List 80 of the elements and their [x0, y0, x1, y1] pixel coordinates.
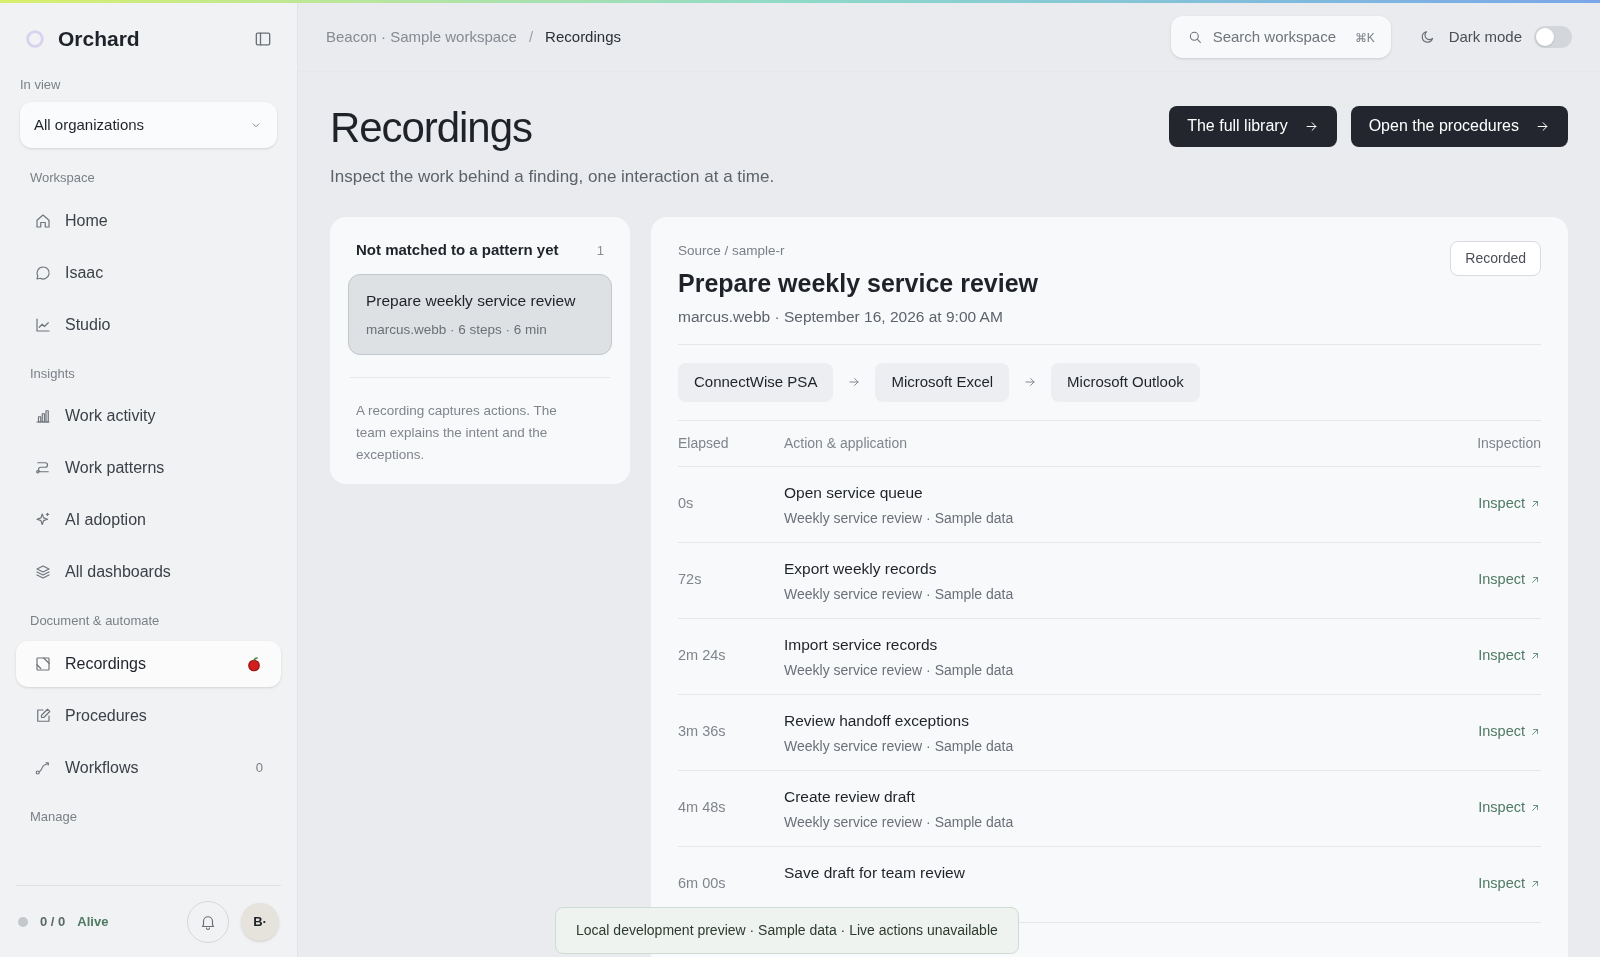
brand-name: Orchard — [58, 26, 140, 52]
status-toast: Local development preview · Sample data · Live actions unavailable — [555, 907, 1019, 954]
recording-title: Prepare weekly service review — [678, 268, 1038, 300]
inspect-link[interactable]: Inspect — [1478, 721, 1541, 743]
layers-icon — [34, 563, 52, 581]
column-header: Elapsed — [678, 433, 730, 453]
action-context: Weekly service review · Sample data — [784, 660, 1015, 680]
edit-icon — [34, 706, 52, 725]
section-label: Document & automate — [29, 612, 161, 630]
inspect-link[interactable]: Inspect — [1478, 493, 1541, 515]
dark-mode-toggle[interactable] — [1534, 25, 1572, 48]
breadcrumb-current: Recordings — [545, 26, 621, 47]
list-title: Not matched to a pattern yet — [356, 240, 559, 260]
bar-chart-icon — [34, 407, 52, 425]
column-header: Action & application — [784, 433, 908, 453]
action-context: Weekly service review · Sample data — [784, 584, 1015, 604]
sidebar-item[interactable]: Work activity — [16, 393, 281, 439]
scope-label: In view — [19, 75, 62, 94]
elapsed-time: 72s — [678, 570, 703, 590]
sidebar-item[interactable]: AI adoption — [16, 497, 281, 543]
arrow-up-right-icon — [1529, 498, 1541, 510]
inspect-link[interactable]: Inspect — [1478, 569, 1541, 591]
action-context: Weekly service review · Sample data — [784, 736, 1015, 756]
app-chip: Microsoft Excel — [875, 363, 1010, 402]
elapsed-time: 4m 48s — [678, 798, 727, 818]
sidebar-item[interactable]: Isaac — [16, 249, 281, 296]
action-title: Review handoff exceptions — [784, 710, 970, 731]
shortcut-hint: ⌘K — [1354, 29, 1375, 47]
sidebar-item[interactable]: Recordings — [16, 640, 281, 687]
action-title: Save draft for team review — [784, 862, 966, 883]
page-title: Recordings — [330, 102, 533, 153]
inspect-link[interactable]: Inspect — [1478, 797, 1541, 819]
elapsed-time: 6m 00s — [678, 874, 727, 894]
recording-meta: marcus.webb · September 16, 2026 at 9:00 AM — [678, 306, 1004, 327]
action-title: Open service queue — [784, 482, 924, 503]
action-title: Import service records — [784, 634, 939, 655]
column-header: Inspection — [1477, 433, 1541, 453]
avatar-button[interactable]: B· — [241, 902, 279, 941]
help-text: A recording captures actions. The team explains the intent and the exceptions. — [355, 402, 558, 464]
sidebar-item[interactable]: Studio — [16, 301, 281, 348]
screen-frame-icon — [34, 654, 52, 673]
elapsed-time: 3m 36s — [678, 722, 727, 742]
elapsed-time: 2m 24s — [678, 646, 727, 666]
inspect-link[interactable]: Inspect — [1478, 645, 1541, 667]
item-count: 0 — [255, 758, 263, 777]
arrow-up-right-icon — [1529, 650, 1541, 662]
action-button[interactable]: The full library — [1169, 105, 1337, 147]
section-label: Manage — [29, 807, 78, 826]
recording-item[interactable]: Prepare weekly service review marcus.webb · 6 steps · 6 min — [348, 273, 612, 355]
action-title: Create review draft — [784, 786, 916, 807]
arrow-up-right-icon — [1529, 802, 1541, 814]
status-text: Alive — [77, 912, 110, 931]
list-count: 1 — [596, 241, 604, 260]
app-chip: ConnectWise PSA — [678, 363, 834, 402]
source-path: Source / sample-r — [678, 242, 786, 260]
app-chip: Microsoft Outlook — [1051, 363, 1200, 402]
arrow-up-right-icon — [1529, 726, 1541, 738]
action-context: Weekly service review · Sample data — [784, 812, 1015, 832]
action-button[interactable]: Open the procedures — [1350, 105, 1568, 147]
chat-bubble-icon — [34, 263, 52, 282]
page-subtitle: Inspect the work behind a finding, one interaction at a time. — [330, 165, 775, 188]
sidebar-item[interactable]: Workflows 0 — [16, 744, 281, 791]
logo-ring-icon — [24, 27, 46, 50]
sidebar-item[interactable]: Work patterns — [16, 445, 281, 491]
elapsed-time: 0s — [678, 494, 695, 514]
sidebar-item[interactable]: Procedures — [16, 692, 281, 739]
section-label: Workspace — [29, 169, 96, 187]
organization-dropdown[interactable]: All organizations — [20, 102, 277, 148]
session-count: 0 / 0 — [40, 912, 66, 931]
arrow-up-right-icon — [1529, 574, 1541, 586]
arrow-up-right-icon — [1529, 878, 1541, 890]
section-label: Insights — [29, 364, 76, 383]
status-badge: Recorded — [1450, 241, 1541, 276]
sidebar-item[interactable]: Home — [16, 197, 281, 244]
inspect-link[interactable]: Inspect — [1478, 873, 1541, 895]
sidebar-item[interactable]: All dashboards — [16, 549, 281, 595]
breadcrumb-separator: / — [528, 26, 534, 47]
dark-mode-label: Dark mode — [1448, 26, 1522, 47]
action-title: Export weekly records — [784, 558, 938, 579]
action-context: Weekly service review · Sample data — [784, 508, 1015, 528]
